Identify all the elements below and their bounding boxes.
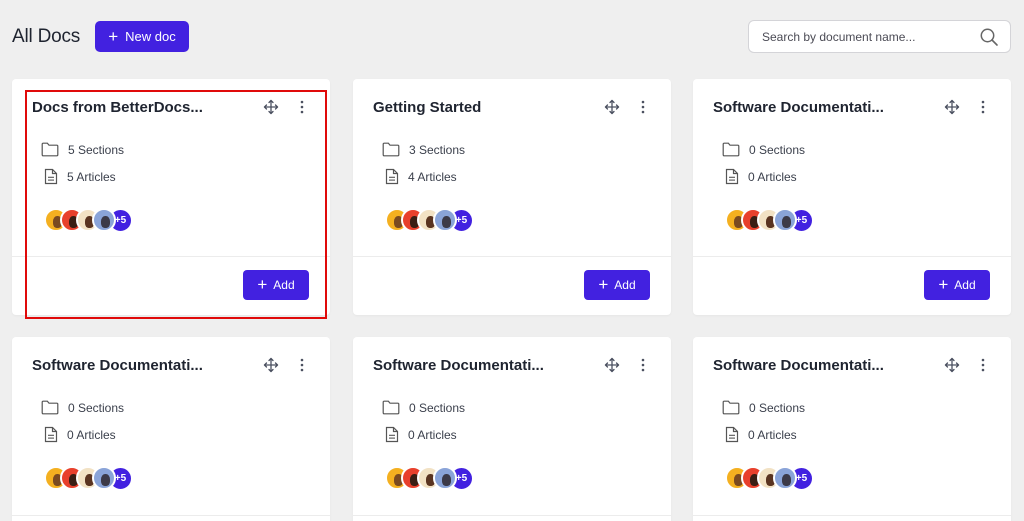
sections-count: 0 Sections (409, 400, 466, 415)
move-icon[interactable] (604, 357, 620, 373)
contributor-avatars: +5 (44, 208, 133, 234)
folder-icon (382, 400, 400, 415)
add-button[interactable]: + Add (243, 270, 309, 300)
folder-icon (722, 400, 740, 415)
page-title: All Docs (12, 26, 81, 47)
contributor-avatars: +5 (385, 208, 474, 234)
folder-icon (382, 142, 400, 157)
articles-count: 0 Articles (748, 169, 797, 184)
sections-count-row: 0 Sections (382, 400, 465, 415)
move-icon[interactable] (944, 99, 960, 115)
kebab-menu-icon[interactable] (976, 357, 990, 373)
move-icon[interactable] (263, 357, 279, 373)
sections-count-row: 0 Sections (722, 142, 805, 157)
avatar (92, 208, 116, 232)
card-divider (693, 256, 1011, 257)
document-icon (44, 168, 58, 185)
document-icon (725, 426, 739, 443)
doc-title[interactable]: Software Documentati... (713, 99, 913, 116)
sections-count: 0 Sections (749, 142, 806, 157)
plus-icon: + (598, 275, 609, 294)
add-label: Add (614, 278, 636, 292)
contributor-avatars: +5 (725, 466, 814, 492)
add-button[interactable]: + Add (584, 270, 650, 300)
search-icon[interactable] (979, 27, 999, 47)
card-divider (12, 256, 330, 257)
new-doc-button[interactable]: + New doc (95, 21, 189, 52)
card-divider (12, 515, 330, 516)
articles-count-row: 0 Articles (44, 426, 116, 443)
plus-icon: + (938, 275, 949, 294)
card-divider (353, 515, 671, 516)
doc-card[interactable]: Software Documentati... 0 Sections 0 Artic… (693, 337, 1011, 521)
kebab-menu-icon[interactable] (976, 99, 990, 115)
search-input[interactable] (749, 21, 969, 52)
doc-card[interactable]: Software Documentati... 0 Sections 0 Artic… (12, 337, 330, 521)
sections-count: 0 Sections (749, 400, 806, 415)
doc-title[interactable]: Docs from BetterDocs... (32, 99, 232, 116)
search-box[interactable] (748, 20, 1011, 53)
move-icon[interactable] (944, 357, 960, 373)
folder-icon (722, 142, 740, 157)
doc-card[interactable]: Docs from BetterDocs... 5 Sections 5 Artic… (12, 79, 330, 315)
kebab-menu-icon[interactable] (295, 99, 309, 115)
card-divider (353, 256, 671, 257)
new-doc-label: New doc (125, 29, 176, 44)
articles-count-row: 0 Articles (725, 426, 797, 443)
doc-title[interactable]: Getting Started (373, 99, 573, 116)
doc-title[interactable]: Software Documentati... (32, 357, 232, 374)
add-button[interactable]: + Add (924, 270, 990, 300)
sections-count-row: 0 Sections (41, 400, 124, 415)
card-divider (693, 515, 1011, 516)
articles-count: 5 Articles (67, 169, 116, 184)
folder-icon (41, 142, 59, 157)
sections-count: 5 Sections (68, 142, 125, 157)
sections-count-row: 3 Sections (382, 142, 465, 157)
avatar (773, 466, 797, 490)
sections-count-row: 5 Sections (41, 142, 124, 157)
kebab-menu-icon[interactable] (636, 99, 650, 115)
articles-count: 4 Articles (408, 169, 457, 184)
kebab-menu-icon[interactable] (636, 357, 650, 373)
document-icon (385, 426, 399, 443)
articles-count-row: 5 Articles (44, 168, 116, 185)
articles-count: 0 Articles (748, 427, 797, 442)
plus-icon: + (108, 26, 119, 46)
articles-count-row: 0 Articles (725, 168, 797, 185)
move-icon[interactable] (263, 99, 279, 115)
add-label: Add (954, 278, 976, 292)
contributor-avatars: +5 (725, 208, 814, 234)
doc-card[interactable]: Software Documentati... 0 Sections 0 Artic… (693, 79, 1011, 315)
contributor-avatars: +5 (44, 466, 133, 492)
folder-icon (41, 400, 59, 415)
kebab-menu-icon[interactable] (295, 357, 309, 373)
plus-icon: + (257, 275, 268, 294)
articles-count: 0 Articles (67, 427, 116, 442)
articles-count: 0 Articles (408, 427, 457, 442)
move-icon[interactable] (604, 99, 620, 115)
avatar (433, 208, 457, 232)
sections-count: 0 Sections (68, 400, 125, 415)
doc-card[interactable]: Software Documentati... 0 Sections 0 Artic… (353, 337, 671, 521)
articles-count-row: 0 Articles (385, 426, 457, 443)
contributor-avatars: +5 (385, 466, 474, 492)
document-icon (725, 168, 739, 185)
articles-count-row: 4 Articles (385, 168, 457, 185)
document-icon (385, 168, 399, 185)
sections-count: 3 Sections (409, 142, 466, 157)
top-bar: All Docs + New doc (0, 0, 1024, 72)
sections-count-row: 0 Sections (722, 400, 805, 415)
avatar (92, 466, 116, 490)
doc-card[interactable]: Getting Started 3 Sections 4 Articles +5 + Ad… (353, 79, 671, 315)
add-label: Add (273, 278, 295, 292)
doc-title[interactable]: Software Documentati... (373, 357, 573, 374)
document-icon (44, 426, 58, 443)
avatar (433, 466, 457, 490)
avatar (773, 208, 797, 232)
doc-title[interactable]: Software Documentati... (713, 357, 913, 374)
